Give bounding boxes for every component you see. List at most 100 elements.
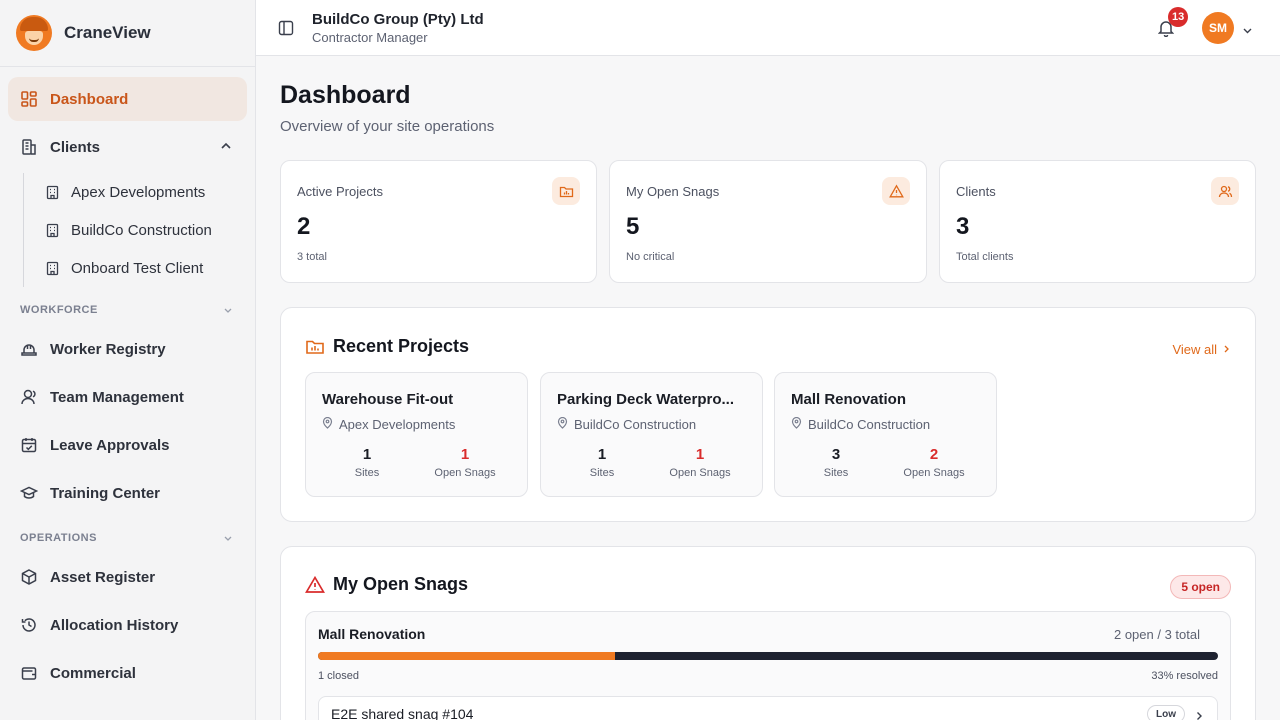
sidebar: CraneView Dashboard Clients Apex Develop… xyxy=(0,0,256,720)
sidebar-item-label: Asset Register xyxy=(50,568,156,586)
sidebar-item-label: Clients xyxy=(50,138,101,156)
client-label: BuildCo Construction xyxy=(71,221,212,239)
dashboard-grid-icon xyxy=(20,90,38,108)
project-open-snags: 1 Open Snags xyxy=(420,446,510,479)
sidebar-item-client-buildco[interactable]: BuildCo Construction xyxy=(45,211,247,249)
snag-group-project: Mall Renovation xyxy=(318,626,426,642)
top-bar: BuildCo Group (Pty) Ltd Contractor Manag… xyxy=(256,0,1280,56)
sidebar-item-label: Training Center xyxy=(50,484,161,502)
project-client: BuildCo Construction xyxy=(791,416,931,432)
chevron-right-icon xyxy=(1221,342,1231,357)
card-title: Recent Projects xyxy=(333,336,470,356)
folder-chart-icon xyxy=(305,337,325,357)
project-card[interactable]: Parking Deck Waterpro... BuildCo Constru… xyxy=(540,372,763,497)
app-name: CraneView xyxy=(64,23,151,42)
section-operations[interactable]: OPERATIONS xyxy=(8,521,247,555)
history-icon xyxy=(20,616,38,634)
wallet-icon xyxy=(20,664,38,682)
client-name: BuildCo Construction xyxy=(574,417,697,432)
open-snags-label: Open Snags xyxy=(434,467,496,479)
user-role: Contractor Manager xyxy=(312,30,428,45)
sidebar-item-commercial[interactable]: Commercial xyxy=(8,651,247,695)
stat-card-clients[interactable]: Clients 3 Total clients xyxy=(939,160,1256,283)
stat-value: 3 xyxy=(956,213,970,240)
sidebar-item-allocation-history[interactable]: Allocation History xyxy=(8,603,247,647)
chevron-up-icon[interactable] xyxy=(219,139,233,153)
avatar[interactable]: SM xyxy=(1202,12,1234,44)
building-icon xyxy=(45,223,60,238)
sidebar-item-label: Commercial xyxy=(50,664,136,682)
project-open-snags: 2 Open Snags xyxy=(889,446,979,479)
sidebar-item-label: Dashboard xyxy=(50,90,129,108)
project-client: BuildCo Construction xyxy=(557,416,697,432)
view-all-link[interactable]: View all xyxy=(1172,342,1231,357)
sidebar-item-client-onboard[interactable]: Onboard Test Client xyxy=(45,249,247,287)
open-count-badge: 5 open xyxy=(1170,575,1231,599)
client-label: Onboard Test Client xyxy=(71,259,204,277)
stat-value: 2 xyxy=(297,213,311,240)
stat-card-active-projects[interactable]: Active Projects 2 3 total xyxy=(280,160,597,283)
building-icon xyxy=(20,138,38,156)
craneview-logo-icon xyxy=(16,15,52,51)
section-label: OPERATIONS xyxy=(20,532,97,544)
sidebar-item-team-management[interactable]: Team Management xyxy=(8,375,247,419)
sidebar-item-label: Leave Approvals xyxy=(50,436,170,454)
open-snags-count: 2 xyxy=(929,446,939,463)
page-subtitle: Overview of your site operations xyxy=(280,118,495,135)
sidebar-item-clients[interactable]: Clients xyxy=(8,125,247,169)
section-label: WORKFORCE xyxy=(20,304,98,316)
sidebar-item-asset-register[interactable]: Asset Register xyxy=(8,555,247,599)
main-content: Dashboard Overview of your site operatio… xyxy=(256,56,1280,720)
sidebar-item-leave-approvals[interactable]: Leave Approvals xyxy=(8,423,247,467)
chevron-right-icon[interactable] xyxy=(1193,709,1205,720)
box-icon xyxy=(20,568,38,586)
brand[interactable]: CraneView xyxy=(0,0,255,67)
open-snags-card: My Open Snags 5 open Mall Renovation 2 o… xyxy=(280,546,1256,720)
open-snags-label: Open Snags xyxy=(903,467,965,479)
open-snags-label: Open Snags xyxy=(669,467,731,479)
project-name: Warehouse Fit-out xyxy=(322,391,454,408)
org-name[interactable]: BuildCo Group (Pty) Ltd xyxy=(312,11,484,28)
sites-label: Sites xyxy=(823,467,849,479)
sidebar-toggle-icon[interactable] xyxy=(278,20,294,36)
chevron-down-icon[interactable] xyxy=(1242,23,1253,34)
stat-card-open-snags[interactable]: My Open Snags 5 No critical xyxy=(609,160,927,283)
building-icon xyxy=(45,185,60,200)
clients-sublist: Apex Developments BuildCo Construction O… xyxy=(23,173,247,287)
recent-projects-card: Recent Projects View all Warehouse Fit-o… xyxy=(280,307,1256,522)
stat-label: My Open Snags xyxy=(626,184,720,199)
stat-label: Clients xyxy=(956,184,996,199)
project-card[interactable]: Warehouse Fit-out Apex Developments 1 Si… xyxy=(305,372,528,497)
closed-count: 1 closed xyxy=(318,670,359,682)
sidebar-nav: Dashboard Clients Apex Developments Buil… xyxy=(0,67,255,695)
client-label: Apex Developments xyxy=(71,183,206,201)
sites-count: 1 xyxy=(362,446,372,463)
graduation-cap-icon xyxy=(20,484,38,502)
open-snags-count: 1 xyxy=(695,446,705,463)
stat-value: 5 xyxy=(626,213,640,240)
card-title: My Open Snags xyxy=(333,574,469,594)
sidebar-item-client-apex[interactable]: Apex Developments xyxy=(45,173,247,211)
folder-chart-icon xyxy=(552,177,580,205)
building-icon xyxy=(45,261,60,276)
section-workforce[interactable]: WORKFORCE xyxy=(8,293,247,327)
sidebar-item-dashboard[interactable]: Dashboard xyxy=(8,77,247,121)
warning-triangle-icon xyxy=(305,575,325,595)
open-snags-count: 1 xyxy=(460,446,470,463)
sites-count: 1 xyxy=(597,446,607,463)
project-sites: 1 Sites xyxy=(322,446,412,479)
sidebar-item-training-center[interactable]: Training Center xyxy=(8,471,247,515)
resolved-percent: 33% resolved xyxy=(1151,670,1218,682)
snag-row[interactable]: E2E shared snag #104 Low xyxy=(318,696,1218,720)
client-name: BuildCo Construction xyxy=(808,417,931,432)
snag-group: Mall Renovation 2 open / 3 total 1 close… xyxy=(305,611,1231,720)
sidebar-item-label: Team Management xyxy=(50,388,184,406)
map-pin-icon xyxy=(557,416,568,432)
project-name: Mall Renovation xyxy=(791,391,907,408)
sidebar-item-worker-registry[interactable]: Worker Registry xyxy=(8,327,247,371)
map-pin-icon xyxy=(322,416,333,432)
calendar-check-icon xyxy=(20,436,38,454)
project-card[interactable]: Mall Renovation BuildCo Construction 3 S… xyxy=(774,372,997,497)
project-client: Apex Developments xyxy=(322,416,455,432)
sites-label: Sites xyxy=(354,467,380,479)
